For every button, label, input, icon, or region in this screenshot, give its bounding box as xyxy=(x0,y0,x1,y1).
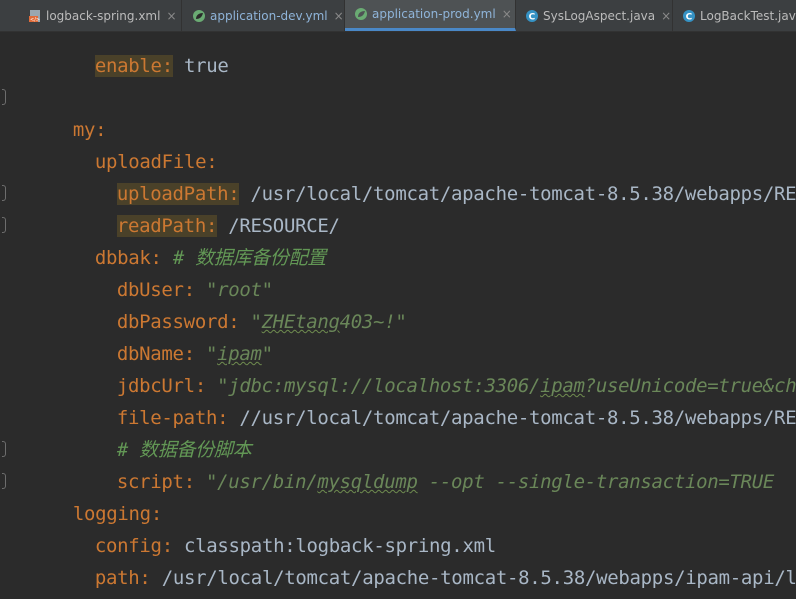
yaml-string: "/usr/bin/ xyxy=(205,471,318,493)
svg-text:C: C xyxy=(686,12,693,22)
code-line-my: my: xyxy=(72,119,107,141)
close-tab-icon[interactable]: × xyxy=(502,7,512,21)
ide-window: </> logback-spring.xml × application-dev… xyxy=(0,0,796,599)
yaml-leaf-icon xyxy=(193,9,205,22)
fold-marker-icon[interactable] xyxy=(2,185,6,201)
xml-file-icon: </> xyxy=(29,9,40,23)
fold-marker-icon[interactable] xyxy=(2,441,6,457)
yaml-key: enable xyxy=(94,55,162,77)
svg-text:</>: </> xyxy=(30,17,40,23)
tab-label: application-dev.yml xyxy=(210,8,328,23)
java-class-icon: C xyxy=(526,9,538,22)
svg-text:C: C xyxy=(529,12,536,22)
tab-label: logback-spring.xml xyxy=(46,8,161,23)
code-line-file-path: file-path: //usr/local/tomcat/apache-tom… xyxy=(50,370,796,429)
fold-marker-icon[interactable] xyxy=(2,217,6,233)
tab-label: LogBackTest.java xyxy=(700,8,796,23)
code-line-dbbak: dbbak: # 数据库备份配置 xyxy=(94,247,327,269)
code-line-dbuser: dbUser: "root" xyxy=(116,279,273,301)
tab-logbacktest-java[interactable]: C LogBackTest.java xyxy=(673,0,796,31)
yaml-leaf-icon xyxy=(355,8,367,20)
yaml-string: --opt --single-transaction=TRUE --host= xyxy=(428,471,775,493)
yaml-value: /usr/local/tomcat/apache-tomcat-8.5.38/w… xyxy=(161,567,796,589)
tab-application-dev-yml[interactable]: application-dev.yml × xyxy=(182,0,345,31)
close-tab-icon[interactable]: × xyxy=(166,9,176,23)
tab-syslogaspect-java[interactable]: C SysLogAspect.java × xyxy=(516,0,673,31)
tab-label: SysLogAspect.java xyxy=(543,8,656,23)
spellcheck-word: mysqldump xyxy=(317,471,418,493)
code-line-config: config: classpath:logback-spring.xml xyxy=(94,535,496,557)
tab-logback-spring-xml[interactable]: </> logback-spring.xml × xyxy=(0,0,182,31)
code-line-script: script: "/usr/bin/mysqldump --opt --sing… xyxy=(50,434,796,493)
code-line-logging: logging: xyxy=(72,503,162,525)
code-editor[interactable]: enable: true my: uploadFile: uploadPath:… xyxy=(0,32,796,599)
code-line-readpath: readPath: /RESOURCE/ xyxy=(116,215,340,237)
code-line-uploadfile: uploadFile: xyxy=(94,151,218,173)
yaml-value: true xyxy=(183,55,229,77)
editor-tab-bar: </> logback-spring.xml × application-dev… xyxy=(0,0,796,32)
code-line-path: path: /usr/local/tomcat/apache-tomcat-8.… xyxy=(28,530,796,589)
code-line-uploadpath: uploadPath: /usr/local/tomcat/apache-tom… xyxy=(50,146,796,205)
code-line-dbpassword: dbPassword: "ZHEtang403~!" xyxy=(116,311,407,333)
yaml-string: 403~!" xyxy=(339,311,407,333)
code-line-jdbcurl: jdbcUrl: "jdbc:mysql://localhost:3306/ip… xyxy=(50,338,796,397)
code-line-comment: # 数据备份脚本 xyxy=(50,402,252,461)
yaml-key: path xyxy=(94,567,140,589)
spellcheck-word: ZHEtang xyxy=(261,311,340,333)
code-line-dbname: dbName: "ipam" xyxy=(116,343,273,365)
code-line-enable: enable: true xyxy=(94,55,229,77)
java-class-icon: C xyxy=(683,9,695,22)
tab-application-prod-yml[interactable]: application-prod.yml × xyxy=(345,0,516,31)
close-tab-icon[interactable]: × xyxy=(334,9,344,23)
tab-label: application-prod.yml xyxy=(372,7,496,21)
yaml-value: //usr/local/tomcat/apache-tomcat-8.5.38/… xyxy=(239,407,796,429)
close-tab-icon[interactable]: × xyxy=(661,9,671,23)
